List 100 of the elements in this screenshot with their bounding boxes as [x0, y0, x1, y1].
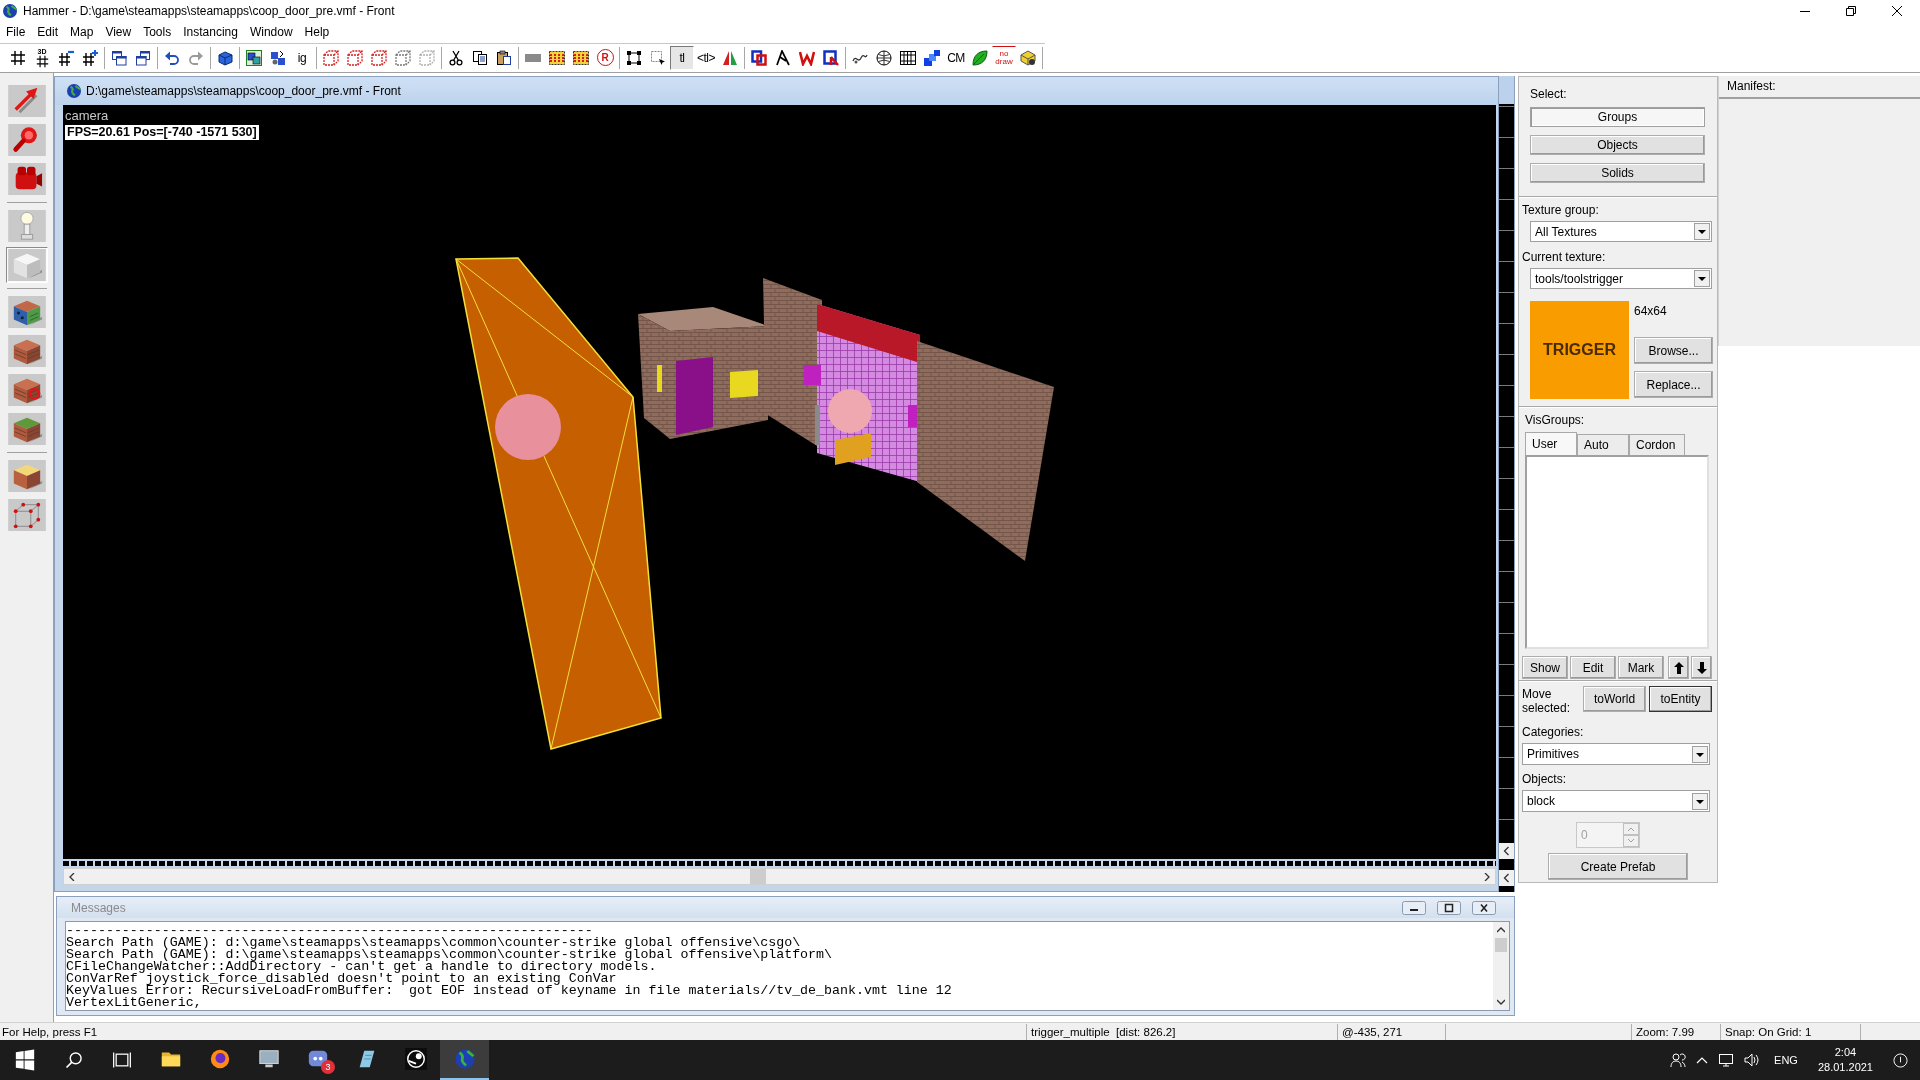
objects-dropdown[interactable]: block: [1522, 790, 1710, 812]
dashed-cube-icon: [323, 49, 339, 66]
create-prefab-button[interactable]: Create Prefab: [1548, 853, 1688, 880]
toolbar-button[interactable]: ig: [290, 45, 314, 70]
tool-button[interactable]: [5, 458, 48, 494]
log-line: Search Path (GAME): d:\game\steamapps\steamapps\common\counter-strike global offensive\csgo\: [66, 937, 801, 949]
box-icon: [217, 49, 233, 66]
caret-up-icon[interactable]: [1696, 1056, 1709, 1064]
visgroup-tab[interactable]: Cordon: [1629, 434, 1685, 455]
close-icon[interactable]: [1472, 900, 1496, 915]
menu-item[interactable]: Tools: [137, 25, 178, 39]
caret-icon: [1694, 270, 1710, 287]
globe-icon: [67, 84, 81, 98]
dashed-cube-icon: [419, 49, 435, 66]
minimize-icon[interactable]: [1800, 10, 1810, 12]
tool-button[interactable]: [5, 122, 48, 158]
texture-button[interactable]: Replace...: [1634, 371, 1713, 398]
taskbar-button[interactable]: [440, 1040, 489, 1080]
task-view-icon[interactable]: [112, 1050, 132, 1070]
tool-button[interactable]: [5, 294, 48, 330]
angle-icon: [775, 49, 791, 66]
close-icon[interactable]: [1892, 6, 1902, 16]
menu-item[interactable]: Edit: [31, 25, 65, 39]
restore-icon[interactable]: [1846, 6, 1856, 16]
scrollbar-thumb[interactable]: [750, 869, 766, 884]
restore-icon[interactable]: [1437, 900, 1461, 915]
bounding-box-icon: [626, 49, 642, 66]
current-texture-dropdown[interactable]: tools/toolstrigger: [1530, 268, 1712, 289]
tool-button[interactable]: [5, 372, 48, 408]
tool-button[interactable]: [5, 333, 48, 369]
3d-viewport[interactable]: camera FPS=20.61 Pos=[-740 -1571 530]: [63, 105, 1496, 859]
visgroup-button[interactable]: Edit: [1570, 656, 1616, 679]
scrollbar-thumb[interactable]: [1495, 938, 1507, 952]
move-button[interactable]: toWorld: [1583, 686, 1646, 712]
scrollbar-track[interactable]: [63, 868, 1496, 885]
messages-title: Messages: [71, 900, 126, 915]
move-button[interactable]: toEntity: [1649, 686, 1712, 712]
toolbar-button[interactable]: <tl>: [694, 45, 718, 70]
menu-item[interactable]: Window: [243, 25, 299, 39]
disc-icon: [404, 1048, 427, 1070]
categories-dropdown[interactable]: Primitives: [1522, 743, 1710, 765]
wire-cube-icon: [7, 499, 46, 531]
grid-icon: [10, 49, 26, 66]
textured-cube-icon: [7, 296, 46, 328]
language-indicator[interactable]: ENG: [1774, 1054, 1798, 1066]
visgroup-button[interactable]: Show: [1522, 656, 1568, 679]
selection-mode-button[interactable]: Objects: [1530, 135, 1705, 155]
menu-item[interactable]: View: [99, 25, 138, 39]
menu-item[interactable]: Help: [298, 25, 336, 39]
people-icon[interactable]: [1670, 1052, 1687, 1068]
log-line: KeyValues Error: RecursiveLoadFromBuffer: got EOF instead of keyname in file materials//tv_de_bank.vmt line 12: [66, 985, 953, 997]
tool-button[interactable]: [5, 161, 48, 197]
clock-date[interactable]: 28.01.2021: [1817, 1060, 1873, 1075]
toolbar-button[interactable]: tl: [670, 45, 694, 70]
volume-icon[interactable]: [1744, 1052, 1761, 1068]
light-bulb-icon: [7, 210, 46, 242]
search-icon[interactable]: [63, 1050, 84, 1070]
view-label: camera: [65, 108, 109, 123]
tool-button[interactable]: [5, 247, 48, 283]
down-button[interactable]: [1691, 656, 1712, 679]
menu-item[interactable]: Instancing: [177, 25, 244, 39]
cube-icon: [7, 460, 46, 492]
texture-size: 64x64: [1634, 304, 1667, 318]
fps-readout: FPS=20.61 Pos=[-740 -1571 530]: [65, 125, 259, 140]
scissors-icon: [448, 49, 464, 66]
texture-group-dropdown[interactable]: All Textures: [1530, 221, 1712, 242]
log-line: CFileChangeWatcher::AddDirectory - can't get a handle to directory models.: [66, 961, 657, 973]
sphere-icon: [876, 49, 892, 66]
tool-button[interactable]: [5, 83, 48, 119]
visgroup-list[interactable]: [1525, 455, 1709, 649]
status-text: For Help, press F1: [1, 1024, 99, 1040]
caret-icon: [1692, 792, 1708, 810]
toolbar-button[interactable]: CM: [944, 45, 968, 70]
leaf-icon: [972, 49, 988, 66]
network-icon[interactable]: [1718, 1052, 1735, 1068]
tool-button[interactable]: [5, 411, 48, 447]
grid-minus-icon: [58, 49, 74, 66]
copy-icon: [472, 49, 488, 66]
selection-mode-button[interactable]: Solids: [1530, 163, 1705, 183]
menu-item[interactable]: File: [0, 25, 32, 39]
notification-icon[interactable]: [1893, 1052, 1908, 1068]
lattice-icon: [900, 49, 916, 66]
texture-button[interactable]: Browse...: [1634, 337, 1713, 364]
cube-icon: [7, 249, 46, 281]
minimize-icon[interactable]: [1402, 900, 1426, 915]
visgroup-button[interactable]: Mark: [1618, 656, 1664, 679]
texture-group-label: Texture group:: [1522, 203, 1599, 217]
sphere: [495, 394, 561, 460]
visgroup-tab[interactable]: Auto: [1577, 434, 1629, 455]
menu-item[interactable]: Map: [64, 25, 100, 39]
scrollbar-track[interactable]: [1493, 922, 1509, 1010]
selection-mode-button[interactable]: Groups: [1530, 107, 1705, 127]
globe-icon: [3, 4, 17, 18]
visgroup-tab[interactable]: User: [1525, 432, 1577, 455]
clock-time[interactable]: 2:04: [1834, 1045, 1857, 1060]
start-icon[interactable]: [13, 1049, 36, 1071]
taskbar-button[interactable]: 3: [293, 1040, 342, 1080]
objects-label: Objects:: [1522, 772, 1566, 786]
tool-button[interactable]: [5, 497, 48, 533]
up-button[interactable]: [1668, 656, 1689, 679]
